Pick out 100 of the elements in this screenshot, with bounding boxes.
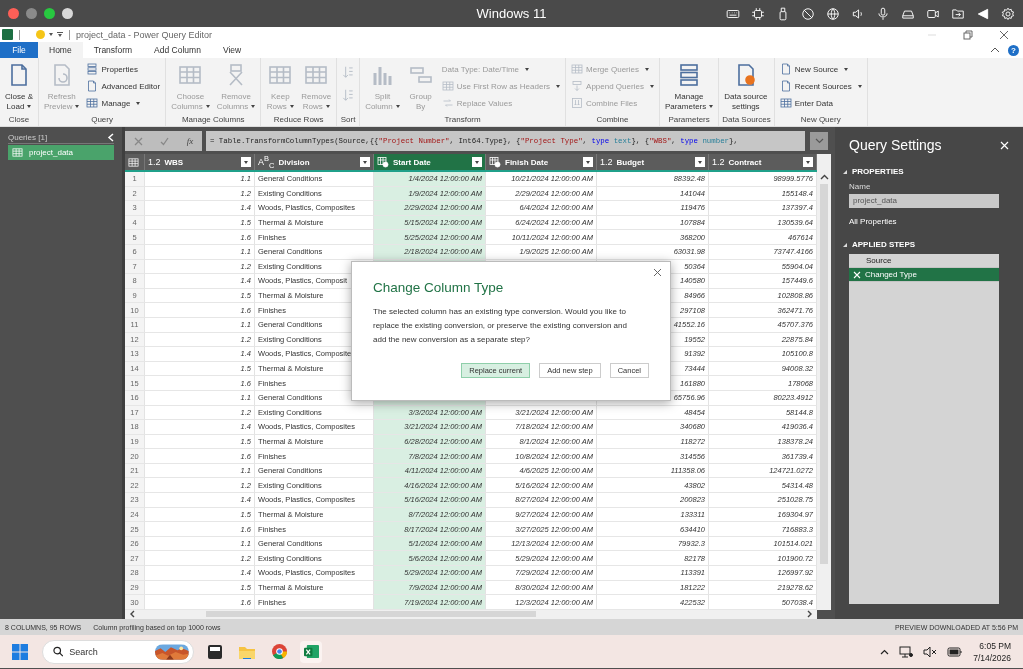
close-light[interactable]	[8, 8, 19, 19]
ribbon-button[interactable]: Properties	[84, 62, 163, 76]
ribbon-button[interactable]: Manage	[84, 96, 163, 110]
section-heading: PROPERTIES	[852, 167, 904, 176]
caret-icon	[75, 105, 80, 109]
column-header[interactable]: Start Date	[374, 154, 486, 170]
scroll-right-icon[interactable]	[807, 610, 813, 619]
ribbon-button[interactable]: Data source settings	[722, 61, 770, 114]
ribbon-button[interactable]: Close & Load	[3, 61, 35, 114]
clock-time[interactable]: 6:05 PM	[979, 639, 1011, 652]
caret-icon	[251, 105, 256, 109]
ribbon-button[interactable]: Manage Parameters	[662, 61, 716, 114]
caret-icon	[649, 84, 654, 88]
ribbon-tab[interactable]: File	[0, 42, 38, 58]
ribbon-group-label: Parameters	[667, 114, 711, 126]
caret-icon	[325, 105, 330, 109]
section-heading: APPLIED STEPS	[852, 240, 916, 249]
network-icon[interactable]	[899, 645, 914, 658]
battery-icon[interactable]	[947, 646, 964, 657]
start-button[interactable]	[12, 643, 28, 660]
close-icon[interactable]	[653, 268, 662, 277]
quick-access-menu-icon[interactable]	[57, 32, 63, 37]
applied-step[interactable]: Changed Type	[849, 268, 999, 282]
type-label[interactable]: 1.2	[712, 157, 725, 167]
table-menu-button[interactable]	[125, 154, 145, 170]
ribbon-tab[interactable]: Transform	[82, 42, 144, 58]
column-header[interactable]: 1.2 Budget	[597, 154, 709, 170]
column-header[interactable]: 1.2 WBS	[145, 154, 255, 170]
type-label[interactable]: 1.2	[600, 157, 613, 167]
crossed-signal-icon[interactable]	[801, 6, 815, 21]
ribbon-button[interactable]: New Source	[777, 62, 864, 76]
globe-icon[interactable]	[826, 6, 840, 21]
fullscreen-light[interactable]	[62, 8, 73, 19]
filter-button[interactable]	[803, 157, 813, 167]
ribbon-group-label: Data Sources	[722, 114, 771, 126]
document-icon	[779, 63, 792, 75]
insert-function-button[interactable]: fx	[186, 136, 194, 146]
calendar-clock-icon	[489, 156, 501, 168]
sort-descending-icon	[341, 88, 356, 102]
collapse-triangle-icon[interactable]	[843, 169, 847, 174]
ribbon-tab[interactable]: Add Column	[143, 42, 212, 58]
caret-icon	[27, 105, 32, 109]
clock-date[interactable]: 7/14/2026	[973, 651, 1011, 664]
caret-icon[interactable]	[49, 33, 53, 36]
vertical-scrollbar[interactable]	[817, 154, 831, 610]
caret-icon	[525, 67, 530, 71]
caret-icon	[136, 101, 141, 105]
ribbon-group-label: Sort	[340, 114, 357, 126]
ribbon-button[interactable]: Enter Data	[777, 96, 864, 110]
caret-icon	[395, 105, 400, 109]
speaker-icon[interactable]	[851, 6, 865, 21]
collapse-icon[interactable]	[107, 133, 114, 142]
filter-button[interactable]	[583, 157, 593, 167]
collapse-ribbon-icon[interactable]	[990, 46, 1000, 54]
filter-button[interactable]	[472, 157, 482, 167]
filter-button[interactable]	[360, 157, 370, 167]
all-properties-link[interactable]: All Properties	[849, 217, 897, 226]
window-title: Windows 11	[476, 6, 547, 21]
ribbon-tab[interactable]: Home	[38, 42, 83, 58]
scroll-left-icon[interactable]	[129, 610, 135, 619]
scroll-up-icon[interactable]	[819, 174, 829, 180]
caret-icon	[709, 105, 714, 109]
close-icon[interactable]	[999, 29, 1009, 40]
table-icon	[571, 63, 584, 75]
horizontal-scrollbar[interactable]	[125, 609, 817, 619]
ribbon-button[interactable]: Recent Sources	[777, 79, 864, 93]
zoom-light[interactable]	[44, 8, 55, 19]
collapse-triangle-icon[interactable]	[843, 242, 847, 247]
minimize-light[interactable]	[26, 8, 37, 19]
muted-speaker-icon[interactable]	[923, 645, 938, 658]
check-icon[interactable]	[160, 136, 170, 146]
usb-drive-icon[interactable]	[776, 6, 790, 21]
spreadsheet-app-icon[interactable]	[300, 640, 322, 663]
settings-icon[interactable]	[1001, 6, 1015, 21]
ribbon-button[interactable]: Advanced Editor	[84, 79, 163, 93]
name-field[interactable]: project_data	[849, 194, 999, 208]
table-icon	[268, 63, 293, 87]
back-triangle-icon[interactable]	[976, 6, 990, 21]
combine-icon	[571, 97, 584, 109]
ribbon-group-label: New Query	[799, 114, 842, 126]
column-header[interactable]: Finish Date	[486, 154, 597, 170]
ribbon-tab[interactable]: View	[211, 42, 253, 58]
type-label[interactable]: 1.2	[148, 157, 161, 167]
table-icon	[441, 80, 454, 92]
replace-icon	[441, 97, 454, 109]
document-icon	[86, 80, 99, 92]
microphone-icon[interactable]	[876, 6, 890, 21]
window-title: project_data - Power Query Editor	[76, 29, 213, 40]
chip-icon[interactable]	[751, 6, 765, 21]
help-button[interactable]: ?	[1008, 44, 1019, 56]
document-icon	[779, 80, 792, 92]
delete-step-icon[interactable]	[853, 270, 861, 279]
restore-icon[interactable]	[963, 29, 973, 40]
folder-icon[interactable]	[951, 6, 965, 21]
filter-button[interactable]	[695, 157, 705, 167]
filter-button[interactable]	[241, 157, 251, 167]
caret-icon	[844, 67, 849, 71]
show-hidden-icons-icon[interactable]	[880, 648, 890, 655]
panel-title: Queries [1]	[8, 133, 48, 142]
sort-ascending-icon	[341, 65, 356, 79]
